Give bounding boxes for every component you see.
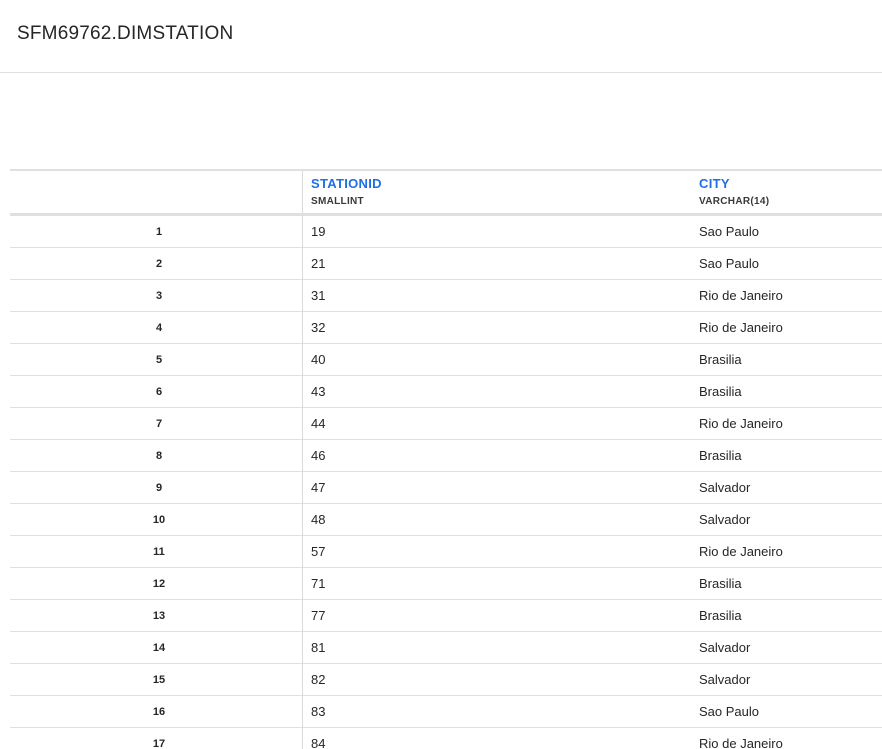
table-row[interactable]: 1 19 Sao Paulo (10, 215, 882, 248)
table-row[interactable]: 16 83 Sao Paulo (10, 695, 882, 728)
cell-stationid[interactable]: 32 (302, 311, 691, 344)
cell-stationid[interactable]: 40 (302, 343, 691, 376)
row-index: 5 (155, 353, 163, 366)
cell-stationid[interactable]: 71 (302, 567, 691, 600)
cell-city[interactable]: Brasilia (691, 448, 882, 463)
row-index: 6 (155, 385, 163, 398)
cell-city[interactable]: Rio de Janeiro (691, 416, 882, 431)
column-type: SMALLINT (311, 196, 364, 207)
cell-city[interactable]: Brasilia (691, 608, 882, 623)
table-row[interactable]: 13 77 Brasilia (10, 599, 882, 632)
table-body: 1 19 Sao Paulo 2 21 Sao Paulo 3 31 Rio d… (10, 215, 882, 749)
row-index-header (10, 171, 302, 213)
row-index: 8 (155, 449, 163, 462)
table-header: STATIONID SMALLINT CITY VARCHAR(14) (10, 169, 882, 216)
cell-stationid[interactable]: 48 (302, 503, 691, 536)
row-index: 10 (152, 513, 166, 526)
row-index: 12 (152, 577, 166, 590)
cell-city[interactable]: Sao Paulo (691, 256, 882, 271)
row-index: 16 (152, 705, 166, 718)
cell-stationid[interactable]: 81 (302, 631, 691, 664)
table-row[interactable]: 2 21 Sao Paulo (10, 247, 882, 280)
column-name: CITY (699, 176, 730, 191)
row-index: 9 (155, 481, 163, 494)
cell-city[interactable]: Sao Paulo (691, 704, 882, 719)
table-row[interactable]: 14 81 Salvador (10, 631, 882, 664)
cell-city[interactable]: Salvador (691, 640, 882, 655)
table-row[interactable]: 7 44 Rio de Janeiro (10, 407, 882, 440)
column-header-city[interactable]: CITY VARCHAR(14) (691, 171, 882, 213)
page-title: SFM69762.DIMSTATION (17, 23, 234, 44)
table-row[interactable]: 3 31 Rio de Janeiro (10, 279, 882, 312)
cell-stationid[interactable]: 46 (302, 439, 691, 472)
cell-stationid[interactable]: 47 (302, 471, 691, 504)
cell-city[interactable]: Rio de Janeiro (691, 320, 882, 335)
row-index: 17 (152, 737, 166, 749)
row-index: 1 (155, 225, 163, 238)
cell-city[interactable]: Salvador (691, 512, 882, 527)
column-type: VARCHAR(14) (699, 196, 770, 207)
table-row[interactable]: 6 43 Brasilia (10, 375, 882, 408)
cell-city[interactable]: Brasilia (691, 576, 882, 591)
cell-city[interactable]: Rio de Janeiro (691, 288, 882, 303)
cell-stationid[interactable]: 21 (302, 247, 691, 280)
row-index: 7 (155, 417, 163, 430)
row-index: 3 (155, 289, 163, 302)
cell-stationid[interactable]: 19 (302, 215, 691, 248)
table-row[interactable]: 15 82 Salvador (10, 663, 882, 696)
header: SFM69762.DIMSTATION (0, 0, 882, 73)
cell-stationid[interactable]: 44 (302, 407, 691, 440)
table-row[interactable]: 8 46 Brasilia (10, 439, 882, 472)
table-row[interactable]: 11 57 Rio de Janeiro (10, 535, 882, 568)
cell-city[interactable]: Sao Paulo (691, 224, 882, 239)
table-row[interactable]: 12 71 Brasilia (10, 567, 882, 600)
cell-stationid[interactable]: 82 (302, 663, 691, 696)
row-index: 15 (152, 673, 166, 686)
cell-city[interactable]: Salvador (691, 480, 882, 495)
cell-stationid[interactable]: 57 (302, 535, 691, 568)
cell-city[interactable]: Brasilia (691, 352, 882, 367)
table-row[interactable]: 4 32 Rio de Janeiro (10, 311, 882, 344)
page: SFM69762.DIMSTATION STATIONID SMALLINT C… (0, 0, 882, 749)
column-name: STATIONID (311, 176, 382, 191)
cell-stationid[interactable]: 31 (302, 279, 691, 312)
row-index: 14 (152, 641, 166, 654)
cell-stationid[interactable]: 83 (302, 695, 691, 728)
row-index: 2 (155, 257, 163, 270)
table-row[interactable]: 9 47 Salvador (10, 471, 882, 504)
cell-stationid[interactable]: 84 (302, 727, 691, 749)
row-index: 11 (153, 545, 165, 558)
cell-city[interactable]: Brasilia (691, 384, 882, 399)
table-row[interactable]: 10 48 Salvador (10, 503, 882, 536)
cell-city[interactable]: Rio de Janeiro (691, 736, 882, 749)
cell-stationid[interactable]: 43 (302, 375, 691, 408)
row-index: 13 (152, 609, 166, 622)
cell-city[interactable]: Salvador (691, 672, 882, 687)
data-table: STATIONID SMALLINT CITY VARCHAR(14) 1 19… (10, 169, 882, 749)
row-index: 4 (155, 321, 163, 334)
table-row[interactable]: 17 84 Rio de Janeiro (10, 727, 882, 749)
cell-stationid[interactable]: 77 (302, 599, 691, 632)
table-row[interactable]: 5 40 Brasilia (10, 343, 882, 376)
column-header-stationid[interactable]: STATIONID SMALLINT (302, 171, 691, 213)
cell-city[interactable]: Rio de Janeiro (691, 544, 882, 559)
